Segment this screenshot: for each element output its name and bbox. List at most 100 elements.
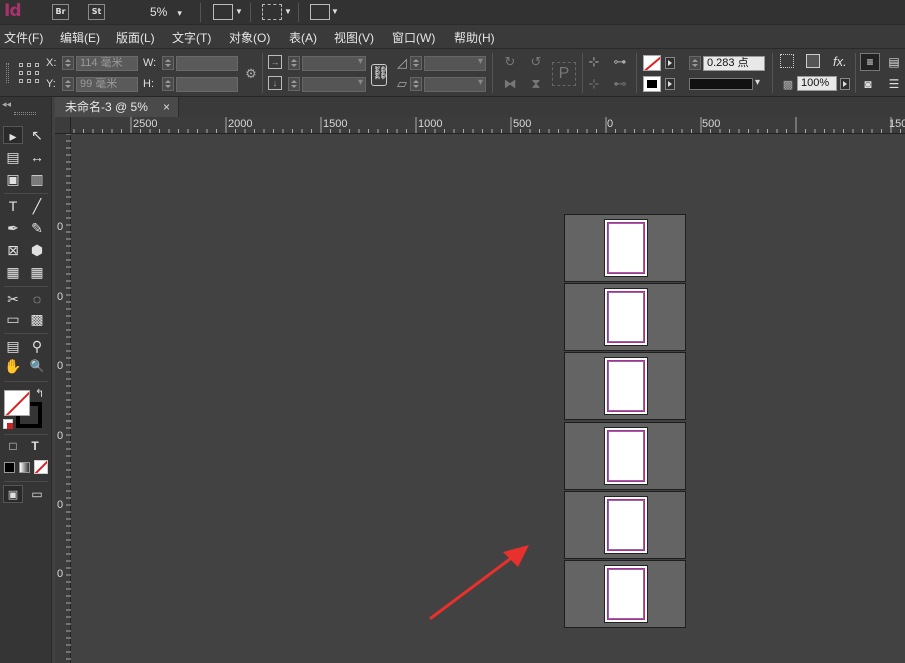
ruler-origin[interactable] <box>55 117 71 134</box>
screen-mode-button[interactable]: ▭ <box>27 485 47 503</box>
formatting-container-button[interactable]: □ <box>3 437 23 455</box>
content-placer-tool[interactable]: ▥ <box>27 170 47 188</box>
fill-swatch[interactable] <box>643 55 661 71</box>
fill-dropdown-icon[interactable] <box>665 57 675 69</box>
menu-layout[interactable]: 版面(L) <box>116 29 155 46</box>
x-stepper[interactable] <box>62 56 74 70</box>
menu-window[interactable]: 窗口(W) <box>392 29 435 46</box>
menu-type[interactable]: 文字(T) <box>172 29 211 46</box>
fill-color-swatch[interactable] <box>4 390 30 416</box>
rotate-cw-icon[interactable]: ↻ <box>502 54 518 70</box>
gradient-swatch-tool[interactable]: ▭ <box>3 310 23 328</box>
page-tool[interactable]: ▤ <box>3 148 23 166</box>
scale-y-stepper[interactable] <box>288 77 300 91</box>
scissors-tool[interactable]: ✂ <box>3 290 23 308</box>
menu-view[interactable]: 视图(V) <box>334 29 374 46</box>
menu-file[interactable]: 文件(F) <box>4 29 43 46</box>
formatting-text-button[interactable]: T <box>25 437 45 455</box>
stroke-swatch[interactable] <box>643 76 661 92</box>
h-stepper[interactable] <box>162 77 174 91</box>
rectangle-frame-tool[interactable]: ⊠ <box>3 241 23 259</box>
menu-table[interactable]: 表(A) <box>289 29 317 46</box>
panel-grip[interactable] <box>14 112 36 115</box>
flip-vertical-icon[interactable]: ⧗ <box>528 76 544 92</box>
apply-color-button[interactable] <box>4 462 15 473</box>
scale-y-select[interactable] <box>302 77 366 92</box>
gradient-feather-tool[interactable]: ▩ <box>27 310 47 328</box>
panel-grip[interactable] <box>6 63 9 83</box>
select-content-icon[interactable]: ⊶ <box>612 54 628 70</box>
vertical-grid-tool[interactable]: ▦ <box>27 263 47 281</box>
pasteboard[interactable] <box>72 134 905 663</box>
reference-point-icon[interactable] <box>19 63 39 83</box>
x-field[interactable]: 114 毫米 <box>76 56 138 71</box>
opacity-field[interactable]: 100% <box>797 76 837 91</box>
horizontal-grid-tool[interactable]: ▦ <box>3 263 23 281</box>
constrain-proportions-icon[interactable]: ⚙ <box>243 66 259 82</box>
normal-view-mode-button[interactable]: ▣ <box>3 485 23 503</box>
menu-object[interactable]: 对象(O) <box>229 29 270 46</box>
direct-selection-tool[interactable]: ↖ <box>27 126 47 144</box>
shear-stepper[interactable] <box>410 77 422 91</box>
default-colors-icon[interactable] <box>3 419 13 429</box>
screen-mode-icon[interactable] <box>262 4 282 20</box>
collapse-panel-icon[interactable]: ◂◂ <box>2 99 11 110</box>
chevron-down-icon[interactable]: ▾ <box>755 77 760 88</box>
menu-help[interactable]: 帮助(H) <box>454 29 495 46</box>
stroke-weight-stepper[interactable] <box>689 56 701 70</box>
opacity-dropdown-icon[interactable] <box>840 78 850 90</box>
content-collector-tool[interactable]: ▣ <box>3 170 23 188</box>
apply-none-button[interactable] <box>34 460 48 474</box>
select-next-icon[interactable]: ⊷ <box>612 76 628 92</box>
w-stepper[interactable] <box>162 56 174 70</box>
chevron-down-icon[interactable]: ▼ <box>331 7 339 16</box>
bridge-button[interactable]: Br <box>52 4 69 20</box>
y-stepper[interactable] <box>62 77 74 91</box>
hand-tool[interactable]: ✋ <box>3 357 23 375</box>
apply-gradient-button[interactable] <box>19 462 30 473</box>
menu-edit[interactable]: 编辑(E) <box>60 29 100 46</box>
chain-link-icon[interactable]: ⛓ <box>371 64 389 86</box>
chevron-down-icon[interactable]: ▼ <box>235 7 243 16</box>
shear-select[interactable] <box>424 77 486 92</box>
eyedropper-tool[interactable]: ⚲ <box>27 337 47 355</box>
scale-x-stepper[interactable] <box>288 56 300 70</box>
rotate-ccw-icon[interactable]: ↺ <box>528 54 544 70</box>
pencil-tool[interactable]: ✎ <box>27 219 47 237</box>
rotate-stepper[interactable] <box>410 56 422 70</box>
wrap-jump-icon[interactable]: ☰ <box>886 76 902 92</box>
type-tool[interactable]: T <box>3 197 23 215</box>
chevron-down-icon[interactable]: ▼ <box>284 7 292 16</box>
y-field[interactable]: 99 毫米 <box>76 77 138 92</box>
w-field[interactable] <box>176 56 238 71</box>
stroke-type-select[interactable] <box>689 78 753 90</box>
view-options-icon[interactable] <box>213 4 233 20</box>
close-icon[interactable]: × <box>163 97 170 117</box>
polygon-tool[interactable]: ⬢ <box>27 241 47 259</box>
stock-button[interactable]: St <box>88 4 105 20</box>
pen-tool[interactable]: ✒ <box>3 219 23 237</box>
drop-shadow-icon[interactable] <box>780 54 794 68</box>
free-transform-tool[interactable]: ◌ <box>27 290 47 308</box>
arrange-documents-icon[interactable] <box>310 4 330 20</box>
gap-tool[interactable]: ↔ <box>27 148 47 166</box>
note-tool[interactable]: ▤ <box>3 337 23 355</box>
rotate-select[interactable] <box>424 56 486 71</box>
scale-x-select[interactable] <box>302 56 366 71</box>
horizontal-ruler[interactable]: 2500 2000 1500 1000 500 0 500 150 <box>55 117 905 134</box>
select-previous-icon[interactable]: ⊹ <box>586 76 602 92</box>
zoom-level-select[interactable]: 5% ▾ <box>150 5 182 19</box>
flip-horizontal-icon[interactable]: ⧓ <box>502 76 518 92</box>
wrap-around-icon[interactable]: ◙ <box>860 76 876 92</box>
select-container-icon[interactable]: ⊹ <box>586 54 602 70</box>
text-wrap-icon[interactable]: ▤ <box>886 54 902 70</box>
line-tool[interactable]: ╱ <box>27 197 47 215</box>
document-tab[interactable]: 未命名-3 @ 5% × <box>55 97 179 117</box>
stroke-dropdown-icon[interactable] <box>665 78 675 90</box>
fx-icon[interactable]: fx. <box>833 54 847 69</box>
selection-tool[interactable]: ▸ <box>3 126 23 144</box>
effects-box-icon[interactable] <box>806 54 820 68</box>
h-field[interactable] <box>176 77 238 92</box>
align-left-icon[interactable]: ≡ <box>860 53 880 71</box>
zoom-tool[interactable]: 🔍 <box>27 357 47 375</box>
